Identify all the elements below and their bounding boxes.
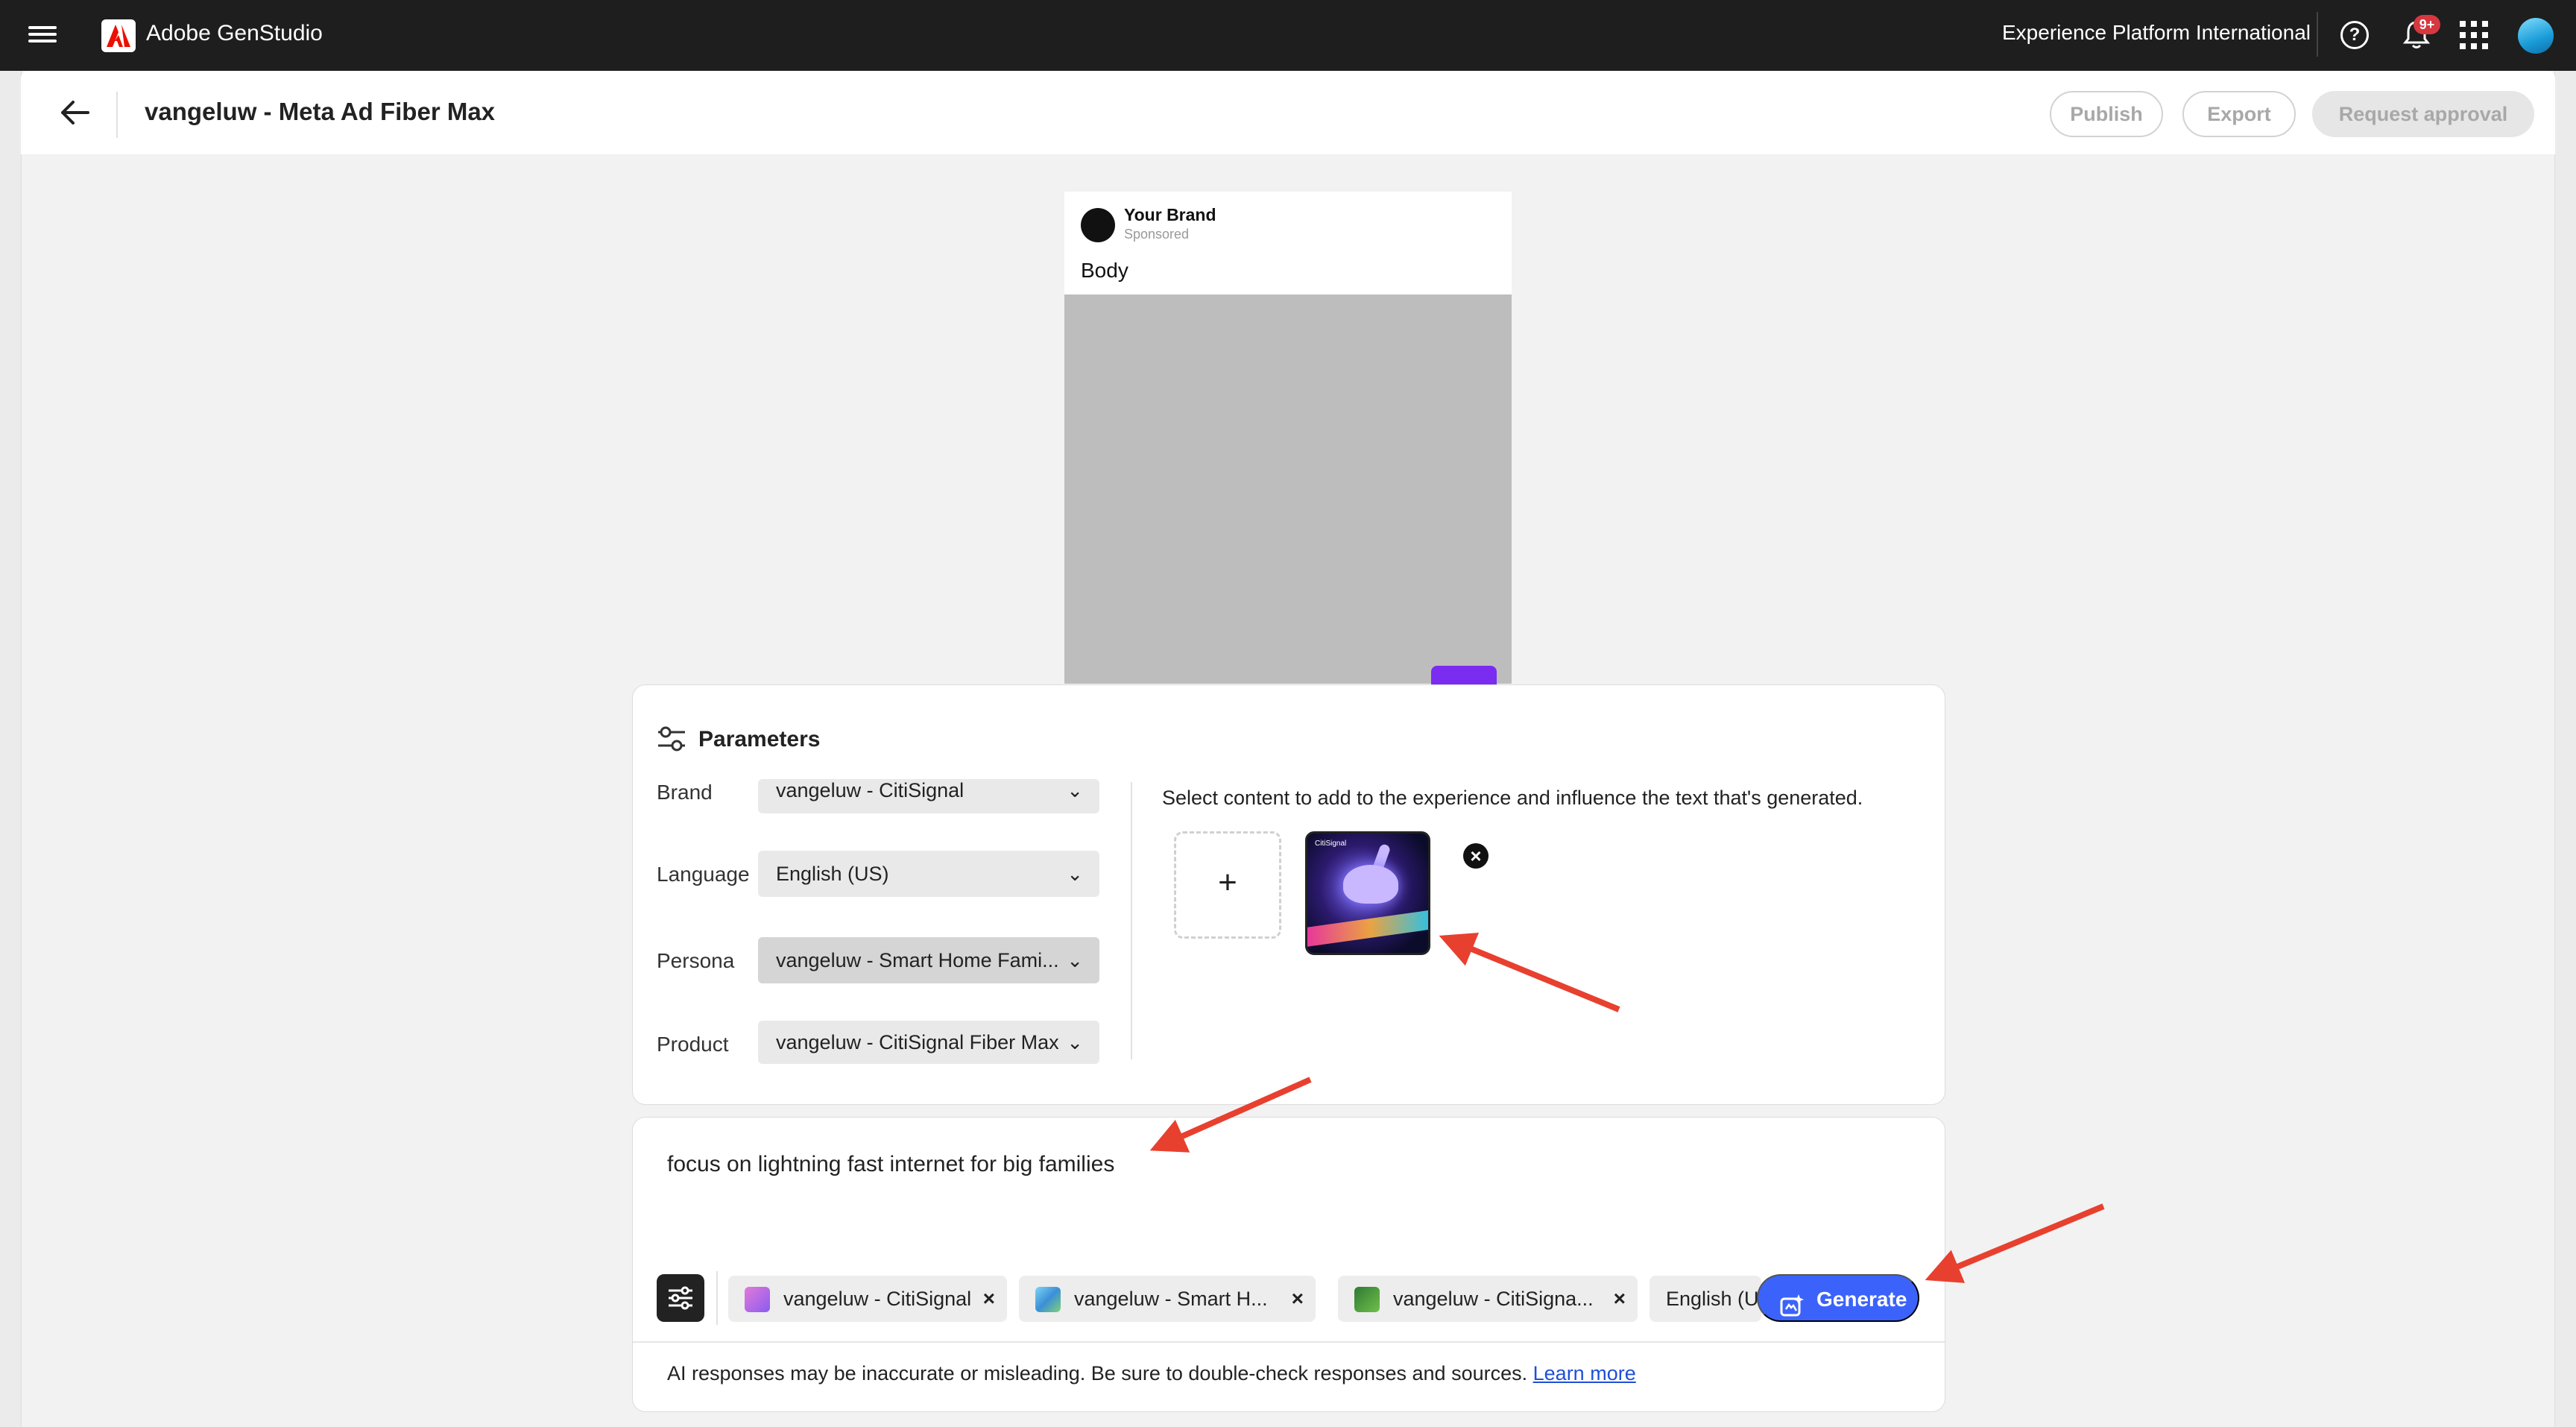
product-chip-label: vangeluw - CitiSigna... bbox=[1393, 1288, 1594, 1310]
remove-content-icon[interactable]: × bbox=[1463, 843, 1489, 869]
brand-label: Brand bbox=[657, 781, 713, 804]
close-icon[interactable]: × bbox=[1614, 1276, 1626, 1322]
parameters-title: Parameters bbox=[698, 727, 821, 752]
topbar-divider bbox=[2317, 12, 2318, 57]
brand-chip-swatch bbox=[745, 1287, 770, 1312]
page-title: vangeluw - Meta Ad Fiber Max bbox=[145, 98, 496, 125]
menu-icon[interactable] bbox=[28, 22, 57, 48]
thumbnail-light-streak bbox=[1307, 910, 1428, 947]
brand-select[interactable]: vangeluw - CitiSignal ⌄ bbox=[758, 779, 1099, 813]
add-content-button[interactable]: + bbox=[1174, 831, 1281, 939]
user-avatar[interactable] bbox=[2518, 18, 2554, 54]
learn-more-link[interactable]: Learn more bbox=[1533, 1362, 1636, 1385]
chips-divider bbox=[716, 1271, 718, 1325]
product-chip-swatch bbox=[1354, 1287, 1380, 1312]
ai-disclaimer: AI responses may be inaccurate or mislea… bbox=[667, 1362, 1636, 1385]
generate-label: Generate bbox=[1816, 1288, 1907, 1311]
language-chip-label: English (US bbox=[1666, 1288, 1761, 1310]
ad-sponsored-label: Sponsored bbox=[1124, 227, 1190, 242]
persona-chip[interactable]: vangeluw - Smart H... × bbox=[1019, 1276, 1316, 1322]
selected-content-thumbnail[interactable]: CitiSignal bbox=[1305, 831, 1430, 955]
persona-select[interactable]: vangeluw - Smart Home Fami... ⌄ bbox=[758, 937, 1099, 983]
chevron-down-icon: ⌄ bbox=[1067, 949, 1083, 971]
language-label: Language bbox=[657, 863, 750, 886]
export-button[interactable]: Export bbox=[2182, 91, 2296, 137]
persona-chip-label: vangeluw - Smart H... bbox=[1074, 1288, 1268, 1310]
chevron-down-icon: ⌄ bbox=[1067, 779, 1083, 801]
language-select-value: English (US) bbox=[776, 863, 889, 885]
close-icon[interactable]: × bbox=[983, 1276, 995, 1322]
product-select[interactable]: vangeluw - CitiSignal Fiber Max ⌄ bbox=[758, 1021, 1099, 1064]
org-switcher[interactable]: Experience Platform International bbox=[2002, 21, 2311, 45]
adobe-logo-icon[interactable] bbox=[101, 19, 136, 52]
product-select-value: vangeluw - CitiSignal Fiber Max bbox=[776, 1031, 1059, 1053]
sliders-icon bbox=[657, 725, 686, 756]
help-icon[interactable]: ? bbox=[2340, 21, 2369, 49]
ad-brand-name: Your Brand bbox=[1124, 205, 1216, 224]
language-select[interactable]: English (US) ⌄ bbox=[758, 851, 1099, 897]
app-switcher-icon[interactable] bbox=[2460, 21, 2488, 49]
brand-avatar bbox=[1081, 208, 1115, 242]
generate-sparkle-icon bbox=[1779, 1288, 1805, 1335]
persona-chip-swatch bbox=[1035, 1287, 1061, 1312]
global-nav-bar: Adobe GenStudio Experience Platform Inte… bbox=[0, 0, 2576, 71]
content-hint: Select content to add to the experience … bbox=[1162, 787, 1863, 809]
prompt-panel: focus on lightning fast internet for big… bbox=[632, 1117, 1945, 1412]
brand-select-value: vangeluw - CitiSignal bbox=[776, 779, 965, 801]
prompt-input[interactable]: focus on lightning fast internet for big… bbox=[667, 1152, 1114, 1177]
brand-chip[interactable]: vangeluw - CitiSignal × bbox=[728, 1276, 1007, 1322]
experience-header: vangeluw - Meta Ad Fiber Max Publish Exp… bbox=[21, 71, 2555, 154]
brand-chip-label: vangeluw - CitiSignal bbox=[783, 1288, 972, 1310]
notification-badge: 9+ bbox=[2414, 15, 2440, 34]
disclaimer-text: AI responses may be inaccurate or mislea… bbox=[667, 1362, 1528, 1385]
chevron-down-icon: ⌄ bbox=[1067, 863, 1083, 885]
close-icon[interactable]: × bbox=[1292, 1276, 1304, 1322]
product-chip[interactable]: vangeluw - CitiSigna... × bbox=[1338, 1276, 1638, 1322]
prompt-divider bbox=[633, 1341, 1945, 1343]
persona-select-value: vangeluw - Smart Home Fami... bbox=[776, 949, 1059, 971]
language-chip[interactable]: English (US bbox=[1650, 1276, 1761, 1322]
generate-button[interactable]: Generate bbox=[1757, 1274, 1919, 1322]
app-name: Adobe GenStudio bbox=[146, 21, 323, 45]
ad-body-text: Body bbox=[1081, 259, 1128, 282]
thumbnail-caption: CitiSignal bbox=[1315, 839, 1347, 848]
product-label: Product bbox=[657, 1033, 729, 1056]
header-divider bbox=[116, 92, 118, 138]
publish-button[interactable]: Publish bbox=[2050, 91, 2163, 137]
ad-image-placeholder bbox=[1064, 294, 1512, 684]
chevron-down-icon: ⌄ bbox=[1067, 1031, 1083, 1053]
parameters-panel: Parameters Brand vangeluw - CitiSignal ⌄ … bbox=[632, 684, 1945, 1105]
thumbnail-rabbit bbox=[1343, 865, 1398, 904]
settings-sliders-button[interactable] bbox=[657, 1274, 704, 1322]
persona-label: Persona bbox=[657, 949, 735, 972]
parameters-divider bbox=[1131, 782, 1132, 1059]
back-arrow-icon[interactable] bbox=[58, 98, 91, 127]
ad-preview-card: Your Brand Sponsored Body bbox=[1064, 192, 1512, 688]
request-approval-button[interactable]: Request approval bbox=[2312, 91, 2534, 137]
